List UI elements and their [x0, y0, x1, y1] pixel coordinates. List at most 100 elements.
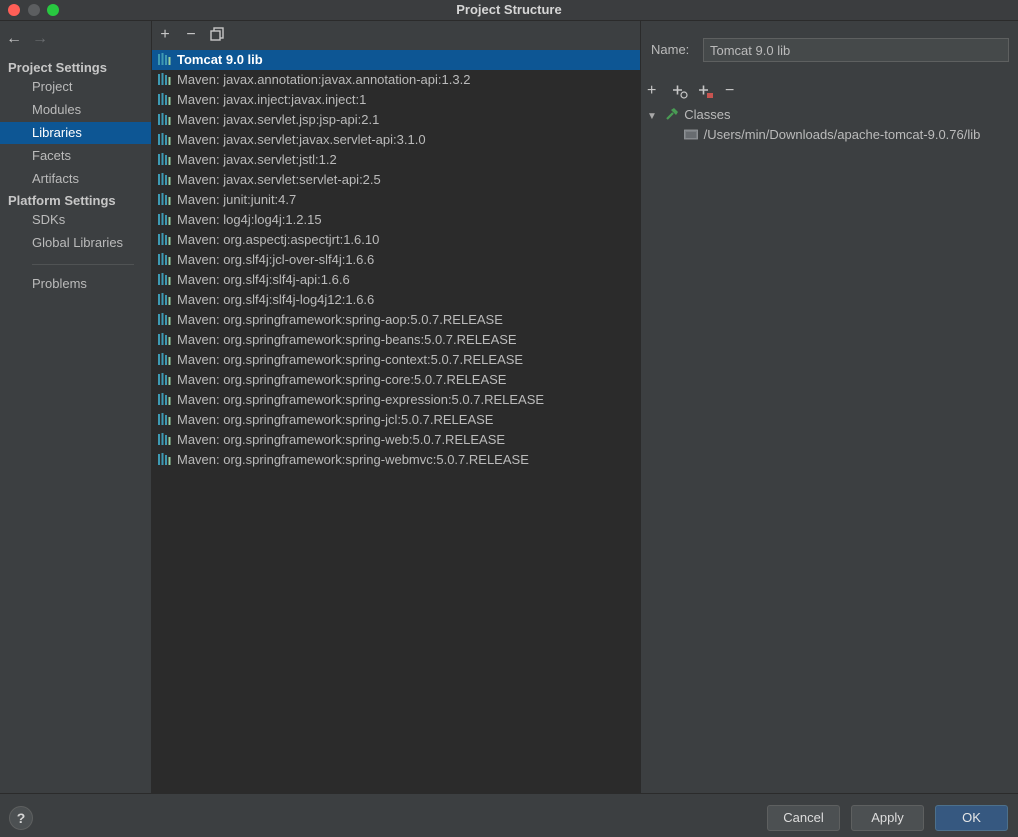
library-list-item[interactable]: Maven: org.springframework:spring-contex…	[152, 350, 640, 370]
library-icon	[158, 91, 172, 105]
library-list-item[interactable]: Maven: junit:junit:4.7	[152, 190, 640, 210]
classes-label: Classes	[684, 107, 731, 122]
library-icon	[158, 151, 172, 165]
remove-icon[interactable]: −	[725, 82, 743, 100]
library-list-item[interactable]: Maven: javax.servlet.jsp:jsp-api:2.1	[152, 110, 640, 130]
settings-sidebar: ← → Project Settings Project Modules Lib…	[0, 21, 152, 793]
library-icon	[158, 311, 172, 325]
library-icon	[158, 271, 172, 285]
library-label: Maven: javax.inject:javax.inject:1	[177, 92, 367, 107]
library-icon	[158, 131, 172, 145]
library-list-item[interactable]: Maven: org.springframework:spring-web:5.…	[152, 430, 640, 450]
library-label: Maven: javax.servlet:servlet-api:2.5	[177, 172, 381, 187]
sidebar-item-facets[interactable]: Facets	[0, 145, 151, 167]
library-list-item[interactable]: Maven: org.springframework:spring-webmvc…	[152, 450, 640, 470]
cancel-button[interactable]: Cancel	[767, 805, 840, 831]
library-icon	[158, 191, 172, 205]
library-tree: ▼ Classes /Users/min/Downloads/apache-to…	[641, 104, 1018, 793]
library-list: Tomcat 9.0 lib Maven: javax.annotation:ja…	[152, 50, 640, 793]
library-label: Maven: org.aspectj:aspectjrt:1.6.10	[177, 232, 380, 247]
sidebar-item-project[interactable]: Project	[0, 76, 151, 98]
ok-button[interactable]: OK	[935, 805, 1008, 831]
library-icon	[158, 411, 172, 425]
library-list-item[interactable]: Maven: javax.inject:javax.inject:1	[152, 90, 640, 110]
back-arrow-icon[interactable]: ←	[6, 30, 22, 48]
library-label: Maven: log4j:log4j:1.2.15	[177, 212, 322, 227]
library-list-item[interactable]: Maven: javax.servlet:servlet-api:2.5	[152, 170, 640, 190]
library-label: Maven: org.springframework:spring-jcl:5.…	[177, 412, 494, 427]
sidebar-item-artifacts[interactable]: Artifacts	[0, 168, 151, 190]
add-jar-icon[interactable]	[697, 82, 715, 100]
library-icon	[158, 51, 172, 65]
dialog-footer: ? Cancel Apply OK	[0, 793, 1018, 837]
library-label: Maven: org.springframework:spring-web:5.…	[177, 432, 506, 447]
library-list-item[interactable]: Maven: javax.servlet:jstl:1.2	[152, 150, 640, 170]
help-button[interactable]: ?	[9, 806, 33, 830]
hammer-icon	[665, 107, 681, 127]
title-bar: Project Structure	[0, 0, 1018, 21]
sidebar-item-sdks[interactable]: SDKs	[0, 209, 151, 231]
apply-button[interactable]: Apply	[851, 805, 924, 831]
forward-arrow-icon[interactable]: →	[32, 30, 48, 48]
library-label: Maven: org.springframework:spring-core:5…	[177, 372, 507, 387]
library-label: Maven: org.springframework:spring-expres…	[177, 392, 545, 407]
library-label: Maven: junit:junit:4.7	[177, 192, 297, 207]
library-list-item[interactable]: Maven: log4j:log4j:1.2.15	[152, 210, 640, 230]
library-list-item[interactable]: Maven: org.slf4j:slf4j-log4j12:1.6.6	[152, 290, 640, 310]
library-label: Maven: org.springframework:spring-contex…	[177, 352, 524, 367]
library-icon	[158, 351, 172, 365]
window-title: Project Structure	[456, 2, 562, 17]
library-list-item[interactable]: Maven: org.slf4j:slf4j-api:1.6.6	[152, 270, 640, 290]
library-label: Maven: javax.annotation:javax.annotation…	[177, 72, 471, 87]
library-label: Maven: org.springframework:spring-beans:…	[177, 332, 517, 347]
libraries-panel: + − Tomcat 9.0 lib Maven: javax.annotatio…	[152, 21, 641, 793]
tree-item-classes-path[interactable]: /Users/min/Downloads/apache-tomcat-9.0.7…	[684, 125, 980, 145]
library-icon	[158, 291, 172, 305]
library-label: Tomcat 9.0 lib	[177, 52, 263, 67]
library-label: Maven: javax.servlet.jsp:jsp-api:2.1	[177, 112, 380, 127]
library-list-item[interactable]: Maven: javax.servlet:javax.servlet-api:3…	[152, 130, 640, 150]
sidebar-item-global-libraries[interactable]: Global Libraries	[0, 232, 151, 254]
library-icon	[158, 371, 172, 385]
add-url-icon[interactable]	[671, 82, 689, 100]
library-list-item[interactable]: Maven: org.springframework:spring-jcl:5.…	[152, 410, 640, 430]
sidebar-item-libraries[interactable]: Libraries	[0, 122, 151, 144]
library-icon	[158, 231, 172, 245]
chevron-down-icon[interactable]: ▼	[647, 107, 661, 127]
sidebar-divider	[32, 264, 134, 265]
library-label: Maven: org.springframework:spring-aop:5.…	[177, 312, 503, 327]
library-icon	[158, 251, 172, 265]
classes-path-label: /Users/min/Downloads/apache-tomcat-9.0.7…	[703, 127, 981, 142]
library-label: Maven: org.slf4j:slf4j-api:1.6.6	[177, 272, 350, 287]
library-list-item[interactable]: Maven: org.springframework:spring-core:5…	[152, 370, 640, 390]
library-icon	[158, 71, 172, 85]
sidebar-item-problems[interactable]: Problems	[0, 273, 151, 295]
copy-library-icon[interactable]	[209, 27, 225, 43]
library-label: Maven: javax.servlet:javax.servlet-api:3…	[177, 132, 426, 147]
library-label: Maven: org.slf4j:jcl-over-slf4j:1.6.6	[177, 252, 375, 267]
classes-tree-node[interactable]: ▼ Classes	[647, 105, 731, 125]
library-icon	[158, 391, 172, 405]
library-icon	[158, 111, 172, 125]
library-list-item[interactable]: Maven: org.springframework:spring-expres…	[152, 390, 640, 410]
platform-settings-heading: Platform Settings	[8, 193, 116, 208]
remove-library-icon[interactable]: −	[183, 27, 199, 43]
library-list-item[interactable]: Maven: org.springframework:spring-beans:…	[152, 330, 640, 350]
library-list-item[interactable]: Maven: org.springframework:spring-aop:5.…	[152, 310, 640, 330]
library-icon	[158, 451, 172, 465]
library-icon	[158, 211, 172, 225]
library-list-item[interactable]: Tomcat 9.0 lib	[152, 50, 640, 70]
library-list-item[interactable]: Maven: org.slf4j:jcl-over-slf4j:1.6.6	[152, 250, 640, 270]
library-icon	[158, 431, 172, 445]
folder-jar-icon	[684, 126, 700, 146]
library-name-input[interactable]	[703, 38, 1009, 62]
add-icon[interactable]: +	[647, 82, 665, 100]
add-library-icon[interactable]: +	[157, 27, 173, 43]
library-list-item[interactable]: Maven: javax.annotation:javax.annotation…	[152, 70, 640, 90]
library-label: Maven: javax.servlet:jstl:1.2	[177, 152, 337, 167]
library-label: Maven: org.springframework:spring-webmvc…	[177, 452, 529, 467]
name-label: Name:	[651, 42, 690, 57]
library-icon	[158, 171, 172, 185]
library-list-item[interactable]: Maven: org.aspectj:aspectjrt:1.6.10	[152, 230, 640, 250]
sidebar-item-modules[interactable]: Modules	[0, 99, 151, 121]
